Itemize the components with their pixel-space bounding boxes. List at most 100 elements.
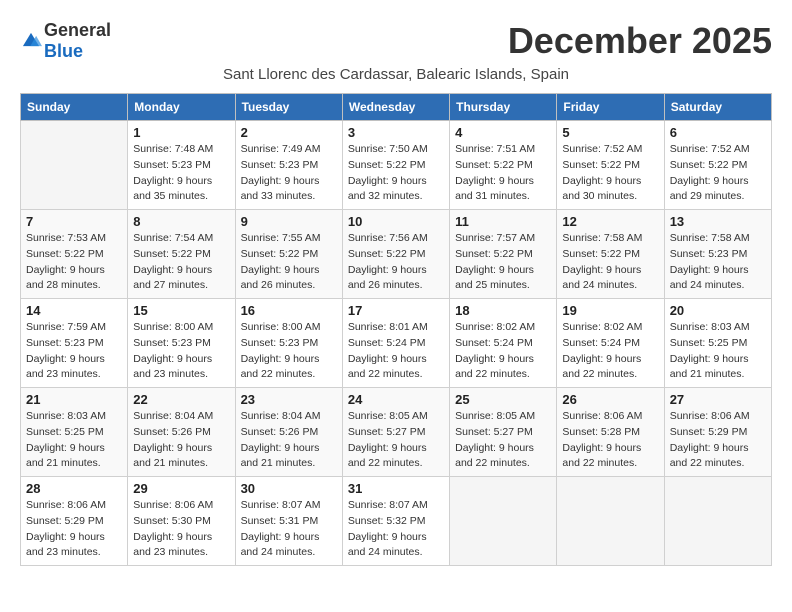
calendar-cell — [21, 121, 128, 210]
day-info: Sunrise: 7:52 AMSunset: 5:22 PMDaylight:… — [670, 142, 766, 205]
calendar-cell: 8 Sunrise: 7:54 AMSunset: 5:22 PMDaylight… — [128, 210, 235, 299]
day-number: 8 — [133, 214, 229, 229]
day-number: 28 — [26, 481, 122, 496]
calendar-cell: 1Sunrise: 7:48 AMSunset: 5:23 PMDaylight… — [128, 121, 235, 210]
logo-icon — [20, 30, 42, 52]
page-title: December 2025 — [508, 20, 772, 62]
day-info: Sunrise: 8:04 AMSunset: 5:26 PMDaylight:… — [133, 409, 229, 472]
calendar-cell: 5 Sunrise: 7:52 AMSunset: 5:22 PMDaylight… — [557, 121, 664, 210]
calendar-cell: 25Sunrise: 8:05 AMSunset: 5:27 PMDayligh… — [450, 388, 557, 477]
calendar-week-1: 1Sunrise: 7:48 AMSunset: 5:23 PMDaylight… — [21, 121, 772, 210]
calendar-week-5: 28Sunrise: 8:06 AMSunset: 5:29 PMDayligh… — [21, 477, 772, 566]
day-number: 22 — [133, 392, 229, 407]
day-number: 13 — [670, 214, 766, 229]
calendar-table: SundayMondayTuesdayWednesdayThursdayFrid… — [20, 93, 772, 566]
day-info: Sunrise: 7:55 AMSunset: 5:22 PMDaylight:… — [241, 231, 337, 294]
calendar-cell: 9 Sunrise: 7:55 AMSunset: 5:22 PMDaylight… — [235, 210, 342, 299]
day-number: 12 — [562, 214, 658, 229]
day-number: 10 — [348, 214, 444, 229]
day-number: 16 — [241, 303, 337, 318]
subtitle: Sant Llorenc des Cardassar, Balearic Isl… — [20, 66, 772, 83]
day-info: Sunrise: 7:56 AMSunset: 5:22 PMDaylight:… — [348, 231, 444, 294]
calendar-cell: 2 Sunrise: 7:49 AMSunset: 5:23 PMDaylight… — [235, 121, 342, 210]
column-header-wednesday: Wednesday — [342, 94, 449, 121]
calendar-cell: 13 Sunrise: 7:58 AMSunset: 5:23 PMDayligh… — [664, 210, 771, 299]
day-number: 23 — [241, 392, 337, 407]
column-header-saturday: Saturday — [664, 94, 771, 121]
day-info: Sunrise: 8:00 AMSunset: 5:23 PMDaylight:… — [133, 320, 229, 383]
calendar-cell: 31 Sunrise: 8:07 AMSunset: 5:32 PMDayligh… — [342, 477, 449, 566]
calendar-cell: 7 Sunrise: 7:53 AMSunset: 5:22 PMDaylight… — [21, 210, 128, 299]
day-info: Sunrise: 7:53 AMSunset: 5:22 PMDaylight:… — [26, 231, 122, 294]
day-number: 9 — [241, 214, 337, 229]
calendar-cell — [664, 477, 771, 566]
calendar-cell: 3 Sunrise: 7:50 AMSunset: 5:22 PMDaylight… — [342, 121, 449, 210]
calendar-cell: 6 Sunrise: 7:52 AMSunset: 5:22 PMDaylight… — [664, 121, 771, 210]
calendar-cell: 14Sunrise: 7:59 AMSunset: 5:23 PMDayligh… — [21, 299, 128, 388]
day-info: Sunrise: 7:52 AMSunset: 5:22 PMDaylight:… — [562, 142, 658, 205]
day-number: 29 — [133, 481, 229, 496]
calendar-cell: 24 Sunrise: 8:05 AMSunset: 5:27 PMDayligh… — [342, 388, 449, 477]
calendar-week-3: 14Sunrise: 7:59 AMSunset: 5:23 PMDayligh… — [21, 299, 772, 388]
day-info: Sunrise: 7:58 AMSunset: 5:22 PMDaylight:… — [562, 231, 658, 294]
day-info: Sunrise: 8:07 AMSunset: 5:32 PMDaylight:… — [348, 498, 444, 561]
day-number: 2 — [241, 125, 337, 140]
calendar-cell: 4 Sunrise: 7:51 AMSunset: 5:22 PMDaylight… — [450, 121, 557, 210]
calendar-cell: 26 Sunrise: 8:06 AMSunset: 5:28 PMDayligh… — [557, 388, 664, 477]
day-info: Sunrise: 7:57 AMSunset: 5:22 PMDaylight:… — [455, 231, 551, 294]
day-number: 7 — [26, 214, 122, 229]
calendar-cell: 23 Sunrise: 8:04 AMSunset: 5:26 PMDayligh… — [235, 388, 342, 477]
day-number: 20 — [670, 303, 766, 318]
day-info: Sunrise: 7:51 AMSunset: 5:22 PMDaylight:… — [455, 142, 551, 205]
calendar-cell: 16Sunrise: 8:00 AMSunset: 5:23 PMDayligh… — [235, 299, 342, 388]
calendar-week-2: 7 Sunrise: 7:53 AMSunset: 5:22 PMDaylight… — [21, 210, 772, 299]
day-number: 31 — [348, 481, 444, 496]
day-info: Sunrise: 7:54 AMSunset: 5:22 PMDaylight:… — [133, 231, 229, 294]
day-number: 25 — [455, 392, 551, 407]
day-info: Sunrise: 7:50 AMSunset: 5:22 PMDaylight:… — [348, 142, 444, 205]
calendar-cell: 15 Sunrise: 8:00 AMSunset: 5:23 PMDayligh… — [128, 299, 235, 388]
day-number: 3 — [348, 125, 444, 140]
day-info: Sunrise: 7:49 AMSunset: 5:23 PMDaylight:… — [241, 142, 337, 205]
day-number: 27 — [670, 392, 766, 407]
calendar-cell: 18 Sunrise: 8:02 AMSunset: 5:24 PMDayligh… — [450, 299, 557, 388]
calendar-week-4: 21 Sunrise: 8:03 AMSunset: 5:25 PMDayligh… — [21, 388, 772, 477]
day-number: 5 — [562, 125, 658, 140]
day-number: 15 — [133, 303, 229, 318]
column-header-tuesday: Tuesday — [235, 94, 342, 121]
header: General Blue December 2025 — [20, 20, 772, 62]
logo: General Blue — [20, 20, 111, 62]
column-header-monday: Monday — [128, 94, 235, 121]
logo-text: General Blue — [44, 20, 111, 62]
day-info: Sunrise: 8:01 AMSunset: 5:24 PMDaylight:… — [348, 320, 444, 383]
calendar-cell: 20 Sunrise: 8:03 AMSunset: 5:25 PMDayligh… — [664, 299, 771, 388]
calendar-cell — [557, 477, 664, 566]
column-headers: SundayMondayTuesdayWednesdayThursdayFrid… — [21, 94, 772, 121]
calendar-cell: 11Sunrise: 7:57 AMSunset: 5:22 PMDayligh… — [450, 210, 557, 299]
day-info: Sunrise: 8:02 AMSunset: 5:24 PMDaylight:… — [562, 320, 658, 383]
day-info: Sunrise: 8:05 AMSunset: 5:27 PMDaylight:… — [348, 409, 444, 472]
day-number: 4 — [455, 125, 551, 140]
day-info: Sunrise: 8:06 AMSunset: 5:28 PMDaylight:… — [562, 409, 658, 472]
day-info: Sunrise: 8:04 AMSunset: 5:26 PMDaylight:… — [241, 409, 337, 472]
day-info: Sunrise: 7:58 AMSunset: 5:23 PMDaylight:… — [670, 231, 766, 294]
day-number: 26 — [562, 392, 658, 407]
column-header-sunday: Sunday — [21, 94, 128, 121]
day-number: 30 — [241, 481, 337, 496]
day-info: Sunrise: 7:48 AMSunset: 5:23 PMDaylight:… — [133, 142, 229, 205]
day-number: 21 — [26, 392, 122, 407]
day-number: 24 — [348, 392, 444, 407]
day-number: 18 — [455, 303, 551, 318]
day-info: Sunrise: 8:03 AMSunset: 5:25 PMDaylight:… — [670, 320, 766, 383]
day-info: Sunrise: 8:03 AMSunset: 5:25 PMDaylight:… — [26, 409, 122, 472]
day-info: Sunrise: 7:59 AMSunset: 5:23 PMDaylight:… — [26, 320, 122, 383]
day-info: Sunrise: 8:02 AMSunset: 5:24 PMDaylight:… — [455, 320, 551, 383]
day-number: 6 — [670, 125, 766, 140]
calendar-cell: 30Sunrise: 8:07 AMSunset: 5:31 PMDayligh… — [235, 477, 342, 566]
calendar-cell — [450, 477, 557, 566]
calendar-cell: 21 Sunrise: 8:03 AMSunset: 5:25 PMDayligh… — [21, 388, 128, 477]
day-info: Sunrise: 8:06 AMSunset: 5:30 PMDaylight:… — [133, 498, 229, 561]
calendar-cell: 22 Sunrise: 8:04 AMSunset: 5:26 PMDayligh… — [128, 388, 235, 477]
column-header-friday: Friday — [557, 94, 664, 121]
calendar-cell: 27Sunrise: 8:06 AMSunset: 5:29 PMDayligh… — [664, 388, 771, 477]
